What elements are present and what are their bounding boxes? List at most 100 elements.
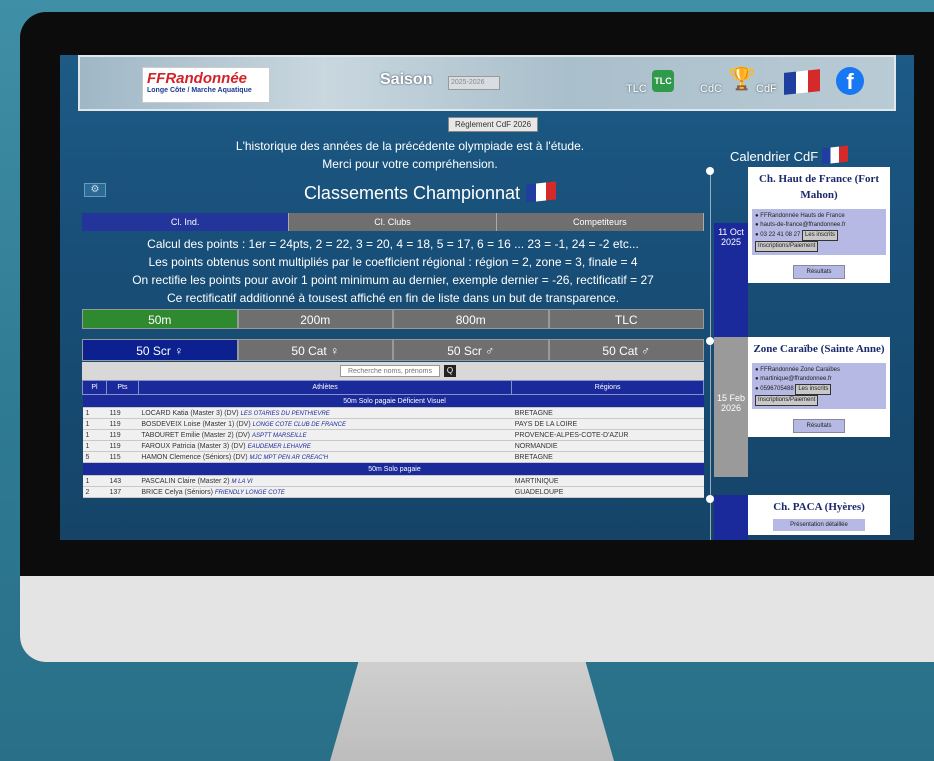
classements-title: Classements Championnat [220,181,640,204]
athlete-club: LES OTARIES DU PENTHIEVRE [240,410,330,417]
trophy-icon[interactable]: 🏆 [728,65,755,93]
cell-region: BRETAGNE [511,407,704,419]
cell-region: PAYS DE LA LOIRE [511,418,704,430]
table-row[interactable]: 5 115 HAMON Clemence (Séniors) (DV) MJC MP… [82,451,704,463]
cell-pl: 2 [82,486,107,498]
tab-competiteurs[interactable]: Competiteurs [496,213,704,231]
info-line-4: Ce rectificatif additionné à tousest aff… [166,291,620,305]
col-athletes[interactable]: Athlètes [137,380,513,395]
results-table: Pl Pts Athlètes Régions 50m Solo pagaie … [82,380,704,498]
inscriptions-button[interactable]: Inscriptions/Paiement [755,395,819,406]
col-regions[interactable]: Régions [511,380,704,395]
event-email[interactable]: martinique@ffrandonnee.fr [760,376,831,382]
timeline-dot [706,495,714,503]
cell-athlete: PASCALIN Claire (Master 2) M LA VI [138,475,512,487]
tab-cl-ind[interactable]: Cl. Ind. [82,213,290,231]
group-header: 50m Solo pagaie Déficient Visuel [82,394,704,408]
athlete-club: EAUDEMER LEHAVRE [247,443,311,450]
logo-title-b: Randonnée [165,70,248,87]
athlete-club: MJC MPT PEN AR CREAC'H [249,454,329,461]
gear-icon[interactable]: ⚙ [84,183,106,197]
cdf-label[interactable]: CdF [756,83,777,95]
event-name[interactable]: Ch. PACA (Hyères) [752,499,886,515]
table-row[interactable]: 1 119 TABOURET Emilie (Master 2) (DV) ASPT… [82,429,704,441]
event-name[interactable]: Zone Caraïbe (Sainte Anne) [752,341,886,357]
cell-pts: 143 [106,475,139,487]
cell-pts: 119 [106,418,139,430]
inscrits-button[interactable]: Les inscrits [802,230,839,241]
athlete-name: LOCARD Katia (Master 3) (DV) [141,409,239,417]
search-icon[interactable]: Q [444,365,456,377]
event-name[interactable]: Ch. Haut de France (Fort Mahon) [752,171,886,203]
tlc-icon[interactable]: TLC [652,70,674,92]
event-org: FFRandonnée Zone Caraïbes [760,367,841,373]
timeline-dot [706,337,714,345]
inscriptions-button[interactable]: Inscriptions/Paiement [755,241,819,252]
tab-50m[interactable]: 50m [82,309,238,329]
results-button[interactable]: Résultats [793,419,845,433]
info-line-2: Les points obtenus sont multipliés par l… [148,255,638,269]
athlete-club: LONGE COTE CLUB DE FRANCE [252,421,346,428]
tab-50-cat-m[interactable]: 50 Cat ♂ [548,339,704,361]
event-phone: 03 22 41 08 27 [760,232,801,238]
site-header: FFRandonnée Longe Côte / Marche Aquatiqu… [78,55,896,111]
event-date: 15 Feb 2026 [714,337,748,477]
cell-pts: 119 [106,407,139,419]
cell-region: BRETAGNE [511,451,704,463]
category-tabs: 50 Scr ♀ 50 Cat ♀ 50 Scr ♂ 50 Cat ♂ [82,339,704,361]
cell-athlete: HAMON Clemence (Séniors) (DV) MJC MPT PE… [138,451,512,463]
presentation-button[interactable]: Présentation détaillée [773,519,865,531]
saison-select[interactable]: 2025-2026 [448,76,500,90]
cell-athlete: FAROUX Patricia (Master 3) (DV) EAUDEMER… [138,440,512,452]
cell-pl: 1 [82,475,107,487]
reglement-button[interactable]: Règlement CdF 2026 [448,117,539,132]
french-flag-icon[interactable] [784,69,820,98]
col-pts[interactable]: Pts [105,380,139,395]
cell-region: NORMANDIE [511,440,704,452]
phone-icon: ● [755,386,759,392]
col-pl[interactable]: Pl [82,380,107,395]
event-card: Zone Caraïbe (Sainte Anne) ● FFRandonnée… [748,337,890,437]
monitor-stand [330,662,614,761]
athlete-name: FAROUX Patricia (Master 3) (DV) [141,442,246,450]
distance-tabs: 50m 200m 800m TLC [82,309,704,329]
tlc-label[interactable]: TLC [626,83,647,95]
facebook-icon[interactable]: f [836,67,864,95]
cell-athlete: LOCARD Katia (Master 3) (DV) LES OTARIES… [138,407,512,419]
table-row[interactable]: 1 119 FAROUX Patricia (Master 3) (DV) EAUD… [82,440,704,452]
results-button[interactable]: Résultats [793,265,845,279]
tab-50-scr-m[interactable]: 50 Scr ♂ [393,339,549,361]
event-email[interactable]: hauts-de-france@ffrandonnee.fr [760,222,845,228]
cell-pts: 115 [106,451,139,463]
cell-pl: 1 [82,418,107,430]
cell-pl: 1 [82,407,107,419]
tab-200m[interactable]: 200m [237,309,393,329]
table-row[interactable]: 2 137 BRICE Celya (Séniors) FRIENDLY LONGE… [82,486,704,498]
tab-cl-clubs[interactable]: Cl. Clubs [289,213,497,231]
event-contact: ● FFRandonnée Zone Caraïbes ● martinique… [752,363,886,409]
monitor-chin [20,576,934,662]
cell-pl: 1 [82,440,107,452]
cell-pts: 119 [106,440,139,452]
tab-tlc[interactable]: TLC [548,309,704,329]
french-flag-icon [822,145,849,165]
cdc-label[interactable]: CdC [700,83,722,95]
table-row[interactable]: 1 119 LOCARD Katia (Master 3) (DV) LES OTA… [82,407,704,419]
tab-800m[interactable]: 800m [393,309,549,329]
athlete-name: BRICE Celya (Séniors) [141,488,213,496]
cell-athlete: BRICE Celya (Séniors) FRIENDLY LONGE COT… [138,486,512,498]
logo-subtitle: Longe Côte / Marche Aquatique [147,87,252,94]
table-row[interactable]: 1 143 PASCALIN Claire (Master 2) M LA VI MA… [82,475,704,487]
classements-title-text: Classements Championnat [303,183,521,203]
tab-50-scr-f[interactable]: 50 Scr ♀ [82,339,238,361]
calendar-title: Calendrier CdF [730,145,849,165]
timeline-line [710,173,711,540]
inscrits-button[interactable]: Les inscrits [795,384,832,395]
group-header: 50m Solo pagaie [82,462,704,476]
table-row[interactable]: 1 119 BOSDEVEIX Loise (Master 1) (DV) LONG… [82,418,704,430]
tab-50-cat-f[interactable]: 50 Cat ♀ [237,339,393,361]
cell-pts: 119 [106,429,139,441]
ffrandonnee-logo[interactable]: FFRandonnée Longe Côte / Marche Aquatiqu… [142,67,270,103]
saison-label: Saison [380,71,433,88]
search-input[interactable] [340,365,440,377]
